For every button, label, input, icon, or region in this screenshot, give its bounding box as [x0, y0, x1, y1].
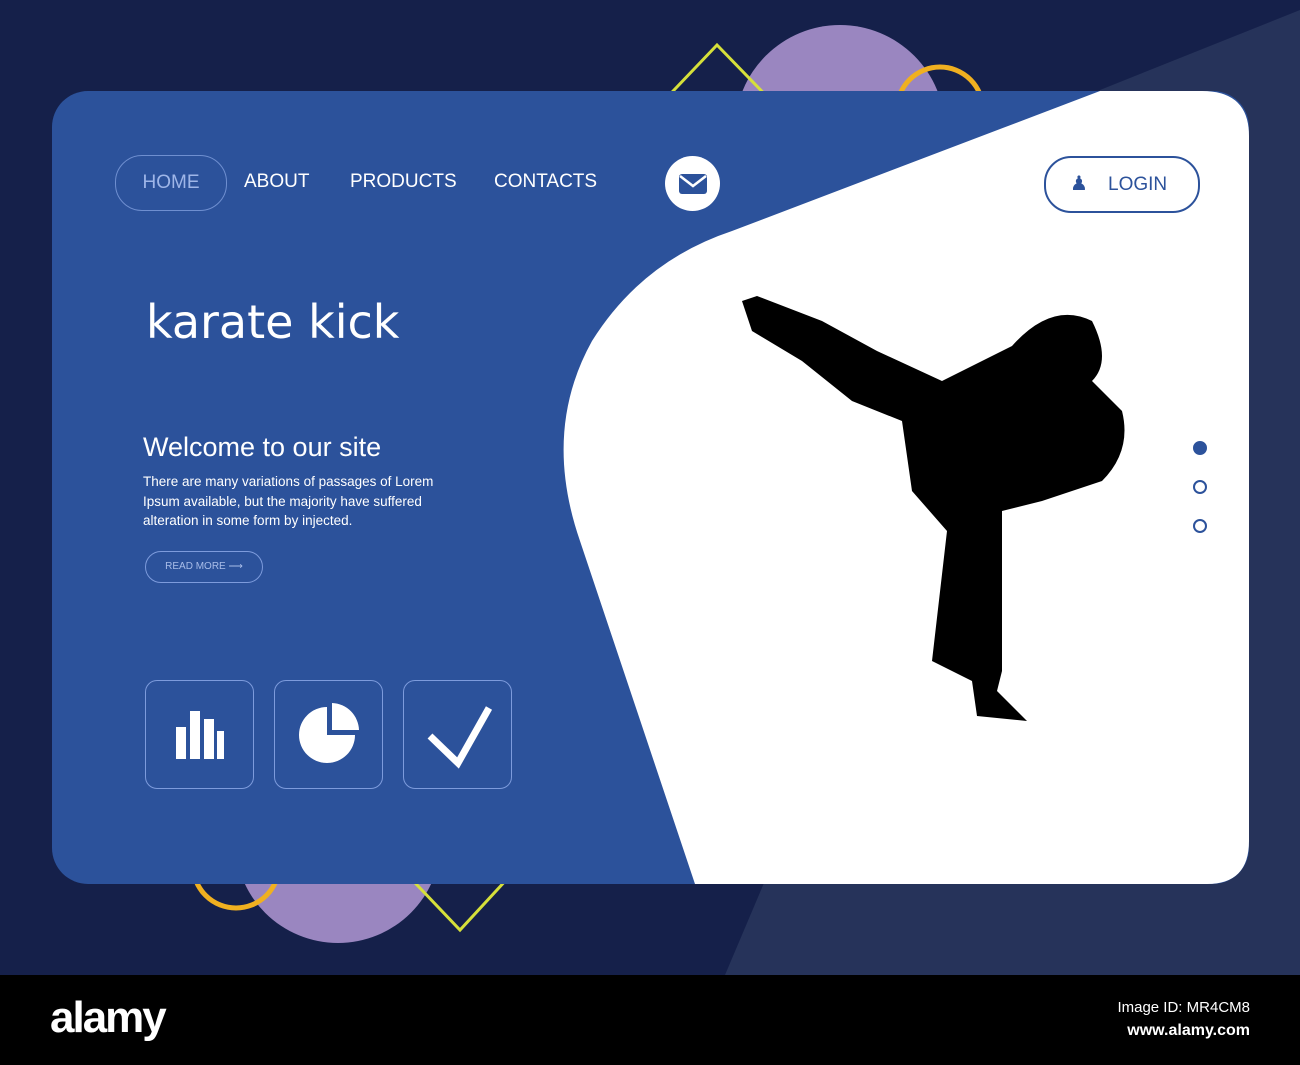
login-button[interactable]: ♟ LOGIN: [1044, 156, 1200, 213]
alamy-logo: alamy: [50, 993, 167, 1042]
read-more-button[interactable]: READ MORE ⟶: [145, 551, 263, 583]
nav-contacts[interactable]: CONTACTS: [494, 155, 597, 209]
slider-dot-2[interactable]: [1193, 480, 1207, 494]
footer-bar: alamy Image ID: MR4CM8 www.alamy.com: [0, 975, 1300, 1065]
alamy-url: www.alamy.com: [1127, 1022, 1250, 1039]
nav-about[interactable]: ABOUT: [244, 155, 309, 209]
bar-chart-icon: [176, 711, 224, 759]
user-icon: ♟: [1070, 173, 1088, 195]
mail-button[interactable]: [665, 156, 720, 211]
intro-text: There are many variations of passages of…: [143, 474, 434, 528]
slider-dot-3[interactable]: [1193, 519, 1207, 533]
pie-chart-button[interactable]: [274, 680, 383, 789]
checkmark-icon: [427, 706, 493, 769]
pie-chart-icon: [299, 703, 359, 763]
check-button[interactable]: [403, 680, 512, 789]
mail-icon: [679, 174, 707, 194]
page-title: karate kick: [146, 295, 400, 349]
nav-home[interactable]: HOME: [115, 155, 227, 211]
arrow-right-icon: ⟶: [228, 561, 243, 572]
slider-dot-1[interactable]: [1193, 441, 1207, 455]
image-id: Image ID: MR4CM8: [1117, 999, 1250, 1016]
nav-products[interactable]: PRODUCTS: [350, 155, 457, 209]
bar-chart-button[interactable]: [145, 680, 254, 789]
read-more-label: READ MORE: [165, 561, 226, 572]
login-label: LOGIN: [1108, 174, 1168, 195]
welcome-heading: Welcome to our site: [143, 432, 382, 462]
